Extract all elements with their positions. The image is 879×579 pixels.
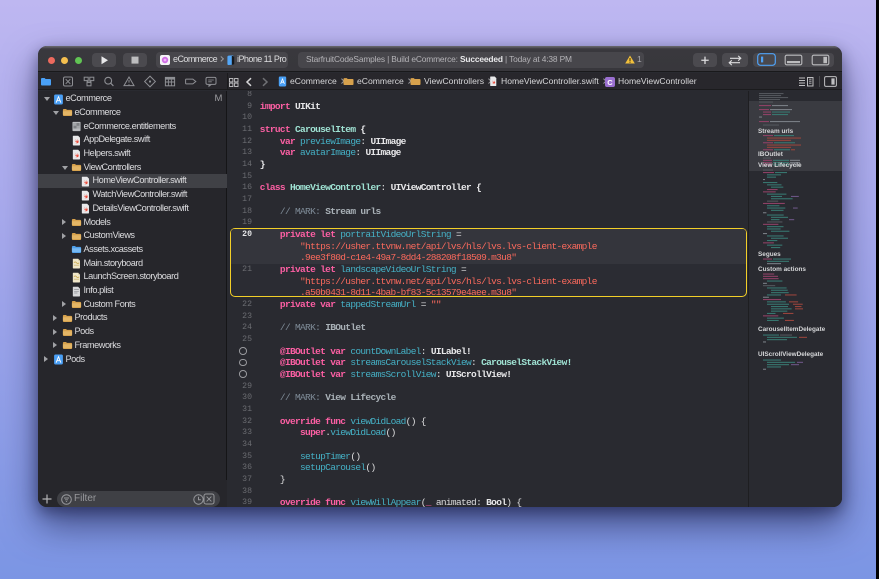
- svg-text:C: C: [607, 77, 613, 86]
